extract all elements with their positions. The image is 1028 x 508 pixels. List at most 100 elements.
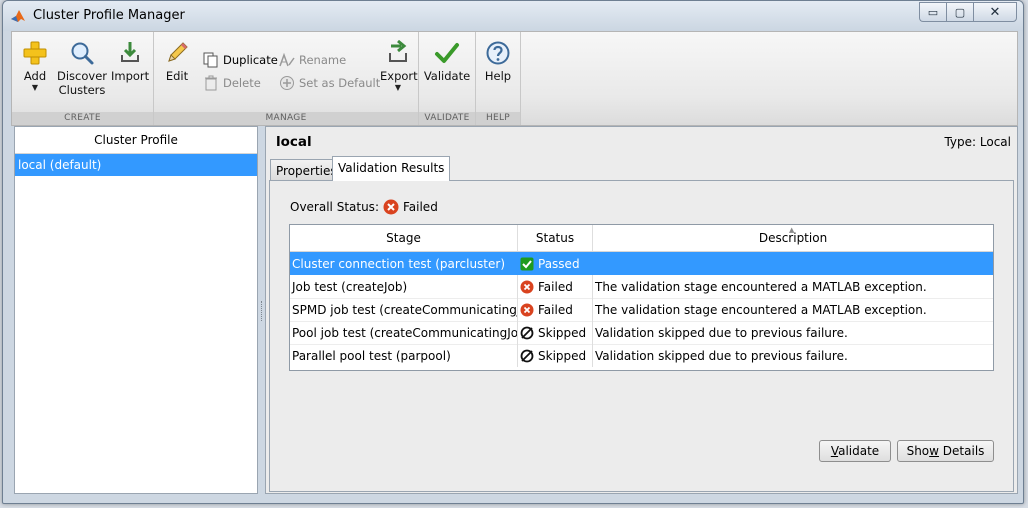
table-header: Stage Status Description ▲	[290, 225, 993, 252]
validate-mnemonic: V	[830, 444, 839, 458]
trash-icon	[205, 75, 217, 91]
edit-label: Edit	[165, 69, 189, 83]
help-label: Help	[484, 69, 512, 83]
profile-detail-panel: local Type: Local Properties Validation …	[265, 126, 1018, 494]
import-button[interactable]: Import	[111, 40, 149, 83]
table-row[interactable]: SPMD job test (createCommunicatingJob) F…	[290, 298, 993, 321]
table-row[interactable]: Pool job test (createCommunicatingJob) S…	[290, 321, 993, 344]
matlab-logo-icon	[11, 10, 25, 22]
cluster-profile-manager-window: Cluster Profile Manager ▭ ▢ ✕ Add ▼ Disc…	[2, 0, 1024, 504]
set-as-default-button[interactable]: Set as Default	[279, 75, 380, 91]
cluster-profile-header: Cluster Profile	[15, 127, 257, 154]
error-icon	[383, 199, 399, 215]
validation-results-panel: Overall Status: Failed Stage Status Desc…	[269, 180, 1014, 492]
row-status-text: Passed	[538, 256, 580, 271]
row-status: Failed	[518, 275, 593, 298]
error-icon	[520, 280, 534, 293]
row-status: Passed	[518, 252, 593, 275]
tab-validation-results[interactable]: Validation Results	[332, 156, 451, 181]
row-status-text: Failed	[538, 302, 573, 317]
import-icon	[121, 42, 139, 62]
row-description: Validation skipped due to previous failu…	[595, 325, 848, 340]
validate-group: Validate VALIDATE	[419, 32, 476, 125]
help-button[interactable]: Help	[479, 40, 517, 83]
row-description: The validation stage encountered a MATLA…	[595, 279, 927, 294]
rename-icon	[279, 52, 295, 67]
row-description: The validation stage encountered a MATLA…	[595, 302, 927, 317]
table-row[interactable]: Job test (createJob) Failed The validati…	[290, 275, 993, 298]
row-stage: Pool job test (createCommunicatingJob)	[290, 321, 518, 344]
check-icon	[520, 257, 534, 270]
duplicate-icon	[203, 52, 218, 68]
manage-group: Edit Duplicate Delete Rename Set as Defa…	[154, 32, 419, 125]
export-dropdown-caret[interactable]: ▼	[380, 83, 416, 92]
discover-label-line2: Clusters	[58, 83, 106, 97]
magnifier-icon	[71, 42, 94, 65]
toolstrip: Add ▼ Discover Clusters Import CREATE Ed…	[11, 31, 1018, 126]
export-button[interactable]: Export ▼	[380, 40, 418, 92]
create-group: Add ▼ Discover Clusters Import CREATE	[12, 32, 154, 125]
maximize-button[interactable]: ▢	[946, 2, 973, 22]
help-icon	[486, 41, 510, 65]
validate-button[interactable]: Validate	[819, 440, 891, 462]
add-label: Add	[23, 69, 47, 83]
profile-item-local[interactable]: local (default)	[15, 154, 257, 176]
overall-status-value: Failed	[402, 200, 438, 214]
table-row[interactable]: Cluster connection test (parcluster) Pas…	[290, 252, 993, 275]
validate-check-icon	[435, 43, 459, 63]
discover-clusters-button[interactable]: Discover Clusters	[56, 40, 108, 97]
show-details-mnemonic: w	[929, 444, 939, 458]
add-icon	[23, 41, 47, 65]
edit-button[interactable]: Edit	[158, 40, 196, 83]
window-title: Cluster Profile Manager	[33, 8, 185, 23]
minimize-button[interactable]: ▭	[919, 2, 946, 22]
row-description: Validation skipped due to previous failu…	[595, 348, 848, 363]
help-group: Help HELP	[476, 32, 521, 125]
rename-button[interactable]: Rename	[279, 52, 346, 68]
skip-icon	[520, 349, 534, 362]
validate-group-label: VALIDATE	[419, 112, 475, 125]
show-details-label-rest: Details	[938, 444, 985, 458]
sort-indicator-icon: ▲	[789, 226, 795, 234]
pencil-icon	[168, 42, 188, 62]
row-status-text: Skipped	[538, 325, 587, 340]
delete-label: Delete	[223, 76, 261, 90]
delete-button[interactable]: Delete	[203, 75, 261, 91]
duplicate-button[interactable]: Duplicate	[203, 52, 278, 68]
set-as-default-label: Set as Default	[299, 76, 381, 90]
close-button[interactable]: ✕	[973, 2, 1017, 22]
show-details-button[interactable]: Show Details	[897, 440, 994, 462]
toolstrip-validate-button[interactable]: Validate	[422, 40, 472, 83]
row-status: Skipped	[518, 344, 593, 367]
profile-name: local	[276, 134, 312, 150]
row-description	[593, 252, 993, 275]
profile-type: Type: Local	[944, 135, 1011, 149]
title-bar[interactable]: Cluster Profile Manager ▭ ▢ ✕	[3, 1, 1023, 31]
row-stage: SPMD job test (createCommunicatingJob)	[290, 298, 518, 321]
overall-status: Overall Status: Failed	[290, 199, 438, 215]
export-label: Export	[380, 69, 418, 83]
overall-status-label: Overall Status:	[290, 200, 379, 214]
add-button[interactable]: Add ▼	[17, 40, 53, 92]
help-group-label: HELP	[476, 112, 520, 125]
table-row[interactable]: Parallel pool test (parpool) Skipped Val…	[290, 344, 993, 367]
row-stage: Cluster connection test (parcluster)	[290, 252, 518, 275]
row-stage: Job test (createJob)	[290, 275, 518, 298]
add-dropdown-caret[interactable]: ▼	[17, 83, 53, 92]
row-status: Failed	[518, 298, 593, 321]
row-status: Skipped	[518, 321, 593, 344]
validate-button-label: alidate	[838, 444, 880, 458]
cluster-profile-list: Cluster Profile local (default)	[14, 126, 258, 494]
column-header-stage[interactable]: Stage	[290, 225, 518, 251]
error-icon	[520, 303, 534, 316]
row-status-text: Skipped	[538, 348, 587, 363]
import-label: Import	[111, 69, 150, 83]
show-details-label-pre: Sho	[906, 444, 930, 458]
column-header-status[interactable]: Status	[518, 225, 593, 251]
validation-results-table: Stage Status Description ▲ Cluster conne…	[289, 224, 994, 371]
discover-label-line1: Discover	[56, 69, 107, 83]
rename-label: Rename	[299, 53, 347, 67]
row-stage: Parallel pool test (parpool)	[290, 344, 518, 367]
skip-icon	[520, 326, 534, 339]
create-group-label: CREATE	[12, 112, 153, 125]
